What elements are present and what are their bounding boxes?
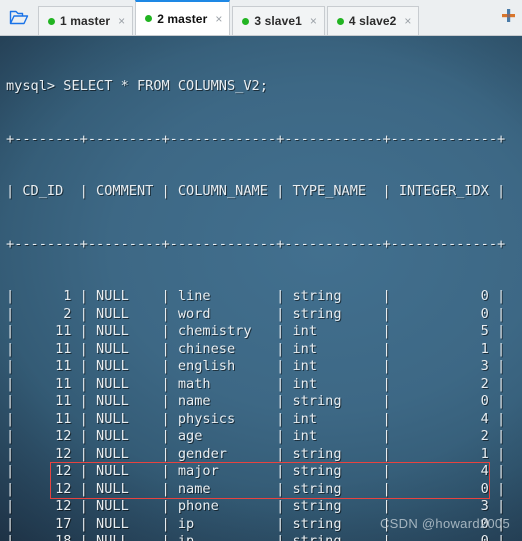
command-line: mysql> SELECT * FROM COLUMNS_V2;: [6, 78, 268, 94]
watermark-label: CSDN @howard2005: [379, 516, 510, 531]
tab-3-slave1[interactable]: 3 slave1 ×: [232, 6, 325, 35]
table-row: | 12 | NULL | gender | string | 1 |: [6, 445, 506, 462]
terminal-text: mysql> SELECT * FROM COLUMNS_V2; +------…: [0, 36, 522, 541]
tab-status-dot-icon: [48, 17, 55, 25]
table-row: | 11 | NULL | math | int | 2 |: [6, 375, 506, 392]
table-row: | 12 | NULL | major | string | 4 |: [6, 463, 506, 479]
table-row: | 11 | NULL | physics | int | 4 |: [6, 410, 506, 427]
tab-close-icon[interactable]: ×: [404, 15, 411, 27]
tab-label: 4 slave2: [348, 14, 397, 28]
table-rule-mid: +--------+---------+-------------+------…: [6, 235, 506, 252]
tab-list: 1 master × 2 master × 3 slave1 × 4 slave…: [38, 0, 494, 35]
table-row: | 12 | NULL | name | string | 0 |: [6, 480, 506, 497]
table-row: | 12 | NULL | age | int | 2 |: [6, 428, 506, 444]
table-header-row: | CD_ID | COMMENT | COLUMN_NAME | TYPE_N…: [6, 183, 506, 199]
open-folder-button[interactable]: [0, 0, 38, 35]
open-folder-icon: [9, 9, 29, 26]
tab-close-icon[interactable]: ×: [215, 13, 222, 25]
plus-icon: [501, 8, 516, 28]
new-tab-button[interactable]: [494, 0, 522, 35]
table-row: | 11 | NULL | chinese | int | 1 |: [6, 340, 506, 357]
table-rule-top: +--------+---------+-------------+------…: [6, 130, 506, 147]
terminal-output-pane[interactable]: mysql> SELECT * FROM COLUMNS_V2; +------…: [0, 36, 522, 541]
tab-label: 2 master: [157, 11, 208, 26]
tab-4-slave2[interactable]: 4 slave2 ×: [326, 6, 420, 35]
terminal-window: 1 master × 2 master × 3 slave1 × 4 slave…: [0, 0, 522, 541]
table-row: | 11 | NULL | english | int | 3 |: [6, 358, 506, 374]
tab-1-master[interactable]: 1 master ×: [38, 6, 134, 35]
table-body: | 1 | NULL | line | string | 0 | | 2 | NU…: [6, 288, 522, 541]
tab-status-dot-icon: [336, 17, 344, 25]
tab-close-icon[interactable]: ×: [118, 15, 125, 27]
tab-status-dot-icon: [242, 17, 250, 25]
table-row: | 18 | NULL | ip | string | 0 |: [6, 533, 506, 541]
tab-status-dot-icon: [145, 15, 153, 22]
table-row: | 12 | NULL | phone | string | 3 |: [6, 498, 506, 514]
tab-2-master[interactable]: 2 master ×: [135, 0, 231, 35]
tab-label: 1 master: [60, 14, 111, 28]
tab-label: 3 slave1: [254, 14, 302, 28]
table-row: | 11 | NULL | chemistry | int | 5 |: [6, 323, 506, 339]
tab-close-icon[interactable]: ×: [310, 15, 317, 27]
tab-bar: 1 master × 2 master × 3 slave1 × 4 slave…: [0, 0, 522, 36]
table-row: | 1 | NULL | line | string | 0 |: [6, 288, 506, 304]
table-row: | 2 | NULL | word | string | 0 |: [6, 305, 506, 322]
table-row: | 11 | NULL | name | string | 0 |: [6, 393, 506, 409]
